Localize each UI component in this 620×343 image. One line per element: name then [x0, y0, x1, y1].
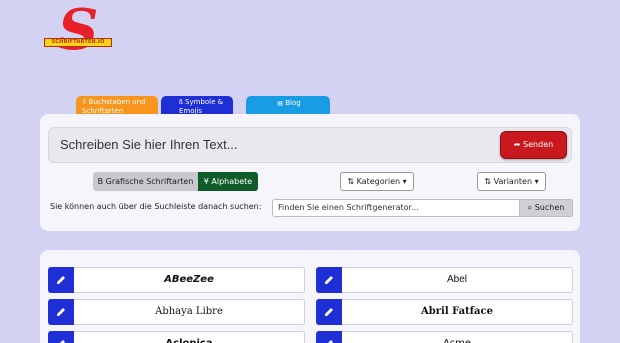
font-name: Abril Fatface [342, 299, 573, 325]
search-input[interactable]: Finden Sie einen Schriftgenerator... [272, 199, 520, 217]
search-icon: ⌕ [527, 203, 533, 212]
edit-button[interactable] [316, 299, 342, 325]
pencil-icon [60, 340, 65, 343]
tab-blog-label: Blog [285, 99, 301, 107]
logo-letter: S [58, 0, 99, 63]
text-input[interactable]: Schreiben Sie hier Ihren Text... [48, 127, 572, 163]
pencil-icon [325, 308, 333, 316]
blog-icon: ▤ [277, 100, 283, 107]
pencil-icon [57, 276, 65, 284]
tab-symbole[interactable]: ß Symbole & Emojis [161, 96, 233, 116]
search-button-label: Suchen [534, 203, 565, 212]
font-name: Abhaya Libre [74, 299, 305, 325]
varianten-dropdown[interactable]: ⇅ Varianten ▾ [477, 172, 546, 191]
site-logo[interactable]: S SCHRIFTARTEN.IO [44, 2, 114, 62]
edit-button[interactable] [48, 331, 74, 343]
edit-button[interactable] [48, 267, 74, 293]
send-label: Senden [523, 140, 554, 149]
edit-button[interactable] [316, 331, 342, 343]
varianten-label: Varianten [493, 177, 533, 186]
symbol-icon: ß [179, 99, 183, 106]
alphabete-icon: ¥ [203, 177, 209, 186]
pencil-icon [328, 340, 333, 343]
search-button[interactable]: ⌕ Suchen [519, 199, 573, 217]
kategorien-dropdown[interactable]: ⇅ Kategorien ▾ [340, 172, 414, 191]
grafische-button[interactable]: B Grafische Schriftarten [93, 172, 198, 191]
send-button[interactable]: ➦ Senden [500, 131, 567, 159]
tab-buchstaben-label: Buchstaben und Schriftarten [82, 98, 146, 115]
pencil-icon [57, 308, 65, 316]
tab-symbole-label: Symbole & Emojis [179, 98, 224, 115]
pencil-icon [325, 276, 333, 284]
edit-button[interactable] [316, 267, 342, 293]
font-name: ABeeZee [74, 267, 305, 293]
font-name: Acme [342, 331, 573, 343]
caret-down-icon: ▾ [402, 177, 407, 186]
font-name: Abel [342, 267, 573, 293]
alphabete-label: Alphabete [211, 177, 253, 186]
kategorien-label: Kategorien [356, 177, 401, 186]
editor-panel: Schreiben Sie hier Ihren Text... ➦ Sende… [40, 114, 580, 231]
share-icon: ➦ [513, 140, 521, 149]
grafische-label: Grafische Schriftarten [105, 177, 194, 186]
grafische-icon: B [97, 177, 104, 186]
sort-icon: ⇅ [347, 177, 355, 186]
logo-band: SCHRIFTARTEN.IO [44, 38, 112, 47]
sort-icon: ⇅ [484, 177, 492, 186]
edit-button[interactable] [48, 299, 74, 325]
font-name: Aclonica [74, 331, 305, 343]
tab-blog[interactable]: ▤ Blog [246, 96, 330, 116]
caret-down-icon: ▾ [534, 177, 539, 186]
text-icon: ⠿ [82, 99, 87, 106]
tab-buchstaben[interactable]: ⠿ Buchstaben und Schriftarten [76, 96, 158, 116]
font-list: ABeeZee Abel Abhaya Libre Abril Fatface … [40, 250, 580, 343]
alphabete-button[interactable]: ¥ Alphabete [198, 172, 258, 191]
search-label: Sie können auch über die Suchleiste dana… [50, 202, 262, 211]
